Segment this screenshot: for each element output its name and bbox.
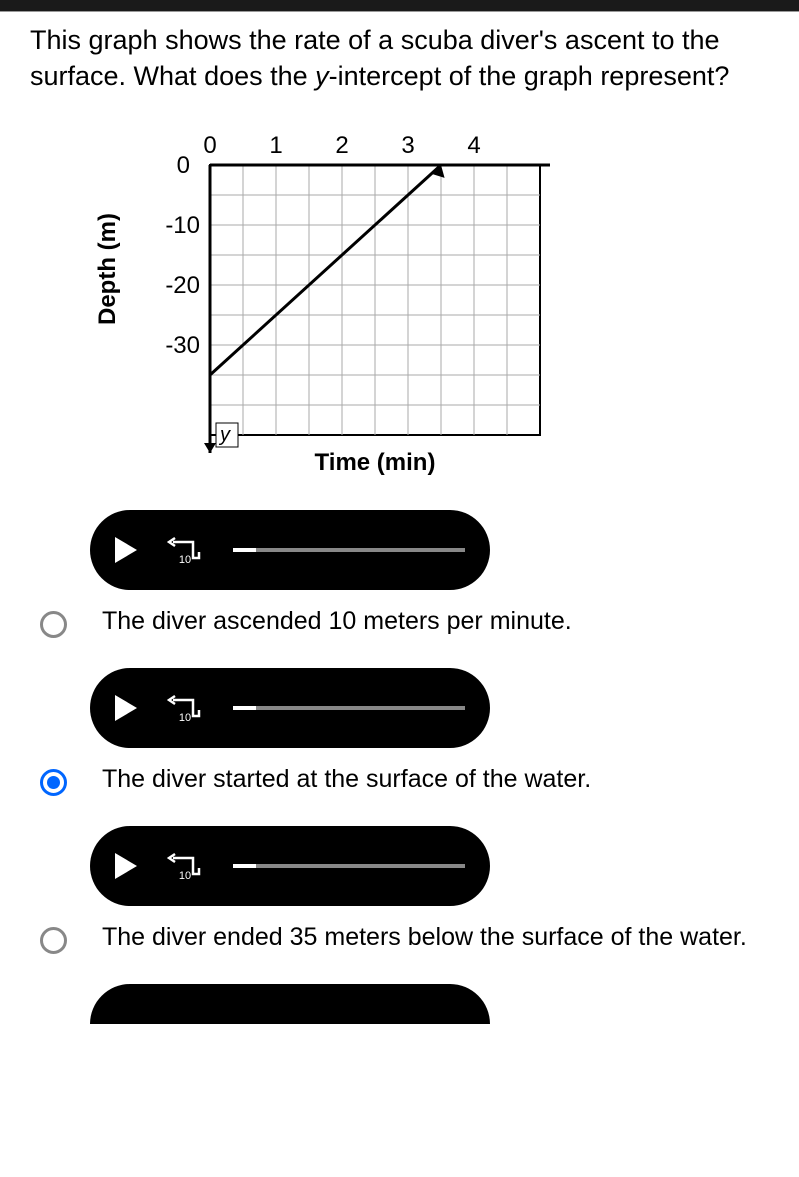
gridlines bbox=[210, 165, 540, 435]
option-text-3: The diver ended 35 meters below the surf… bbox=[102, 921, 747, 954]
play-icon[interactable] bbox=[115, 537, 137, 563]
x-axis-label: Time (min) bbox=[315, 449, 436, 475]
y-tick-0: 0 bbox=[177, 152, 190, 179]
progress-bar[interactable] bbox=[233, 706, 465, 710]
replay-label: 10 bbox=[179, 712, 191, 724]
audio-player-4-partial bbox=[90, 984, 490, 1024]
line-arrow-icon bbox=[431, 165, 449, 183]
replay-label: 10 bbox=[179, 870, 191, 882]
data-line bbox=[210, 165, 441, 375]
option-text-1: The diver ascended 10 meters per minute. bbox=[102, 605, 572, 638]
progress-bar[interactable] bbox=[233, 548, 465, 552]
y-arrow-icon bbox=[204, 443, 216, 453]
x-tick-3: 3 bbox=[401, 132, 414, 159]
question-italic: y bbox=[315, 61, 329, 91]
depth-time-graph: Depth (m) bbox=[90, 125, 550, 475]
y-tick-1: -10 bbox=[165, 212, 200, 239]
option-row-3[interactable]: The diver ended 35 meters below the surf… bbox=[40, 921, 769, 954]
y-axis-letter: y bbox=[218, 424, 231, 446]
question-part2: -intercept of the graph represent? bbox=[329, 61, 730, 91]
y-tick-3: -30 bbox=[165, 332, 200, 359]
option-row-1[interactable]: The diver ascended 10 meters per minute. bbox=[40, 605, 769, 638]
option-row-2[interactable]: The diver started at the surface of the … bbox=[40, 763, 769, 796]
y-tick-2: -20 bbox=[165, 272, 200, 299]
audio-player-2: 10 bbox=[90, 668, 490, 748]
x-tick-2: 2 bbox=[335, 132, 348, 159]
play-icon[interactable] bbox=[115, 695, 137, 721]
option-text-2: The diver started at the surface of the … bbox=[102, 763, 591, 796]
graph-container: Depth (m) bbox=[90, 125, 769, 480]
replay-10-button[interactable]: 10 bbox=[167, 850, 203, 882]
radio-button-3[interactable] bbox=[40, 927, 67, 954]
audio-player-1: 10 bbox=[90, 510, 490, 590]
radio-button-1[interactable] bbox=[40, 611, 67, 638]
radio-button-2[interactable] bbox=[40, 769, 67, 796]
progress-bar[interactable] bbox=[233, 864, 465, 868]
content-area: This graph shows the rate of a scuba div… bbox=[0, 12, 799, 1044]
replay-10-button[interactable]: 10 bbox=[167, 692, 203, 724]
x-tick-0: 0 bbox=[203, 132, 216, 159]
top-bar bbox=[0, 0, 799, 12]
question-text: This graph shows the rate of a scuba div… bbox=[30, 22, 769, 95]
replay-label: 10 bbox=[179, 554, 191, 566]
x-tick-1: 1 bbox=[269, 132, 282, 159]
y-axis-label: Depth (m) bbox=[94, 213, 121, 325]
x-tick-4: 4 bbox=[467, 132, 480, 159]
audio-player-3: 10 bbox=[90, 826, 490, 906]
replay-10-button[interactable]: 10 bbox=[167, 534, 203, 566]
play-icon[interactable] bbox=[115, 853, 137, 879]
